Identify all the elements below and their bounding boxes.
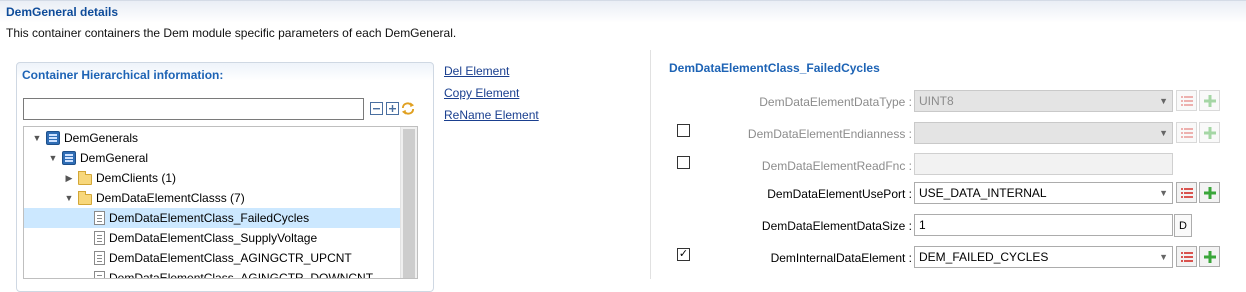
tree-item-label: DemDataElementClass_AGINGCTR_DOWNCNT bbox=[109, 271, 374, 279]
tree-item-demgeneral[interactable]: ▼ DemGeneral bbox=[24, 148, 400, 168]
chevron-right-icon[interactable]: ▶ bbox=[63, 172, 75, 184]
read-fnc-label: DemDataElementReadFnc : bbox=[761, 159, 912, 173]
data-size-label: DemDataElementDataSize : bbox=[761, 219, 912, 233]
default-value-button[interactable]: D bbox=[1174, 214, 1192, 237]
folder-icon bbox=[78, 190, 92, 205]
tree-item-label: DemGeneral bbox=[80, 151, 149, 165]
internal-element-checkbox[interactable]: ✓ bbox=[677, 248, 690, 261]
tree-item-label: DemDataElementClass_SupplyVoltage bbox=[109, 231, 318, 245]
tree-item-demdataelementclasss[interactable]: ▼ DemDataElementClasss (7) bbox=[24, 188, 400, 208]
chevron-down-icon[interactable]: ▼ bbox=[31, 132, 43, 144]
sync-icon[interactable] bbox=[401, 101, 415, 115]
read-fnc-input[interactable] bbox=[914, 153, 1173, 175]
tree-item-agingctr-upcnt[interactable]: DemDataElementClass_AGINGCTR_UPCNT bbox=[24, 248, 400, 268]
endianness-label: DemDataElementEndianness : bbox=[747, 127, 912, 141]
tree-item-supplyvoltage[interactable]: DemDataElementClass_SupplyVoltage bbox=[24, 228, 400, 248]
tree-item-demclients[interactable]: ▶ DemClients (1) bbox=[24, 168, 400, 188]
use-port-label: DemDataElementUsePort : bbox=[767, 187, 912, 201]
hierarchy-title: Container Hierarchical information: bbox=[22, 68, 224, 82]
chevron-down-icon: ▼ bbox=[1159, 188, 1168, 198]
page-description: This container containers the Dem module… bbox=[6, 26, 457, 40]
internal-element-select[interactable]: DEM_FAILED_CYCLES ▼ bbox=[914, 246, 1173, 268]
document-icon bbox=[94, 251, 105, 265]
list-icon[interactable] bbox=[1176, 182, 1197, 203]
tree-item-label: DemDataElementClasss (7) bbox=[96, 191, 245, 205]
collapse-all-icon[interactable] bbox=[369, 101, 383, 115]
chevron-down-icon: ▼ bbox=[1159, 252, 1168, 262]
tree-item-demgenerals[interactable]: ▼ DemGenerals bbox=[24, 128, 400, 148]
data-type-select[interactable]: UINT8 ▼ bbox=[914, 90, 1173, 112]
endianness-checkbox[interactable] bbox=[677, 124, 690, 137]
endianness-select[interactable]: ▼ bbox=[914, 122, 1173, 144]
data-size-input[interactable]: 1 bbox=[914, 214, 1173, 236]
hierarchy-tree[interactable]: ▼ DemGenerals ▼ DemGeneral ▶ DemClients … bbox=[23, 126, 418, 279]
expand-all-icon[interactable] bbox=[385, 101, 399, 115]
list-icon[interactable] bbox=[1176, 246, 1197, 267]
add-icon[interactable] bbox=[1199, 122, 1220, 143]
panel-divider bbox=[650, 50, 651, 279]
tree-item-failedcycles[interactable]: DemDataElementClass_FailedCycles bbox=[24, 208, 400, 228]
rename-element-link[interactable]: ReName Element bbox=[444, 108, 539, 122]
copy-element-link[interactable]: Copy Element bbox=[444, 86, 519, 100]
document-icon bbox=[94, 211, 105, 225]
add-icon[interactable] bbox=[1199, 182, 1220, 203]
database-icon bbox=[46, 131, 60, 145]
chevron-down-icon: ▼ bbox=[1159, 128, 1168, 138]
read-fnc-checkbox[interactable] bbox=[677, 156, 690, 169]
details-title: DemDataElementClass_FailedCycles bbox=[669, 61, 880, 75]
use-port-value: USE_DATA_INTERNAL bbox=[919, 186, 1047, 200]
tree-filter-input[interactable] bbox=[23, 98, 364, 120]
tree-item-label: DemDataElementClass_AGINGCTR_UPCNT bbox=[109, 251, 352, 265]
checkmark-icon: ✓ bbox=[678, 248, 689, 260]
document-icon bbox=[94, 231, 105, 245]
add-icon[interactable] bbox=[1199, 246, 1220, 267]
tree-item-label: DemClients (1) bbox=[96, 171, 177, 185]
tree-item-label: DemGenerals bbox=[64, 131, 139, 145]
tree-item-label: DemDataElementClass_FailedCycles bbox=[109, 211, 310, 225]
delete-element-link[interactable]: Del Element bbox=[444, 64, 509, 78]
chevron-down-icon[interactable]: ▼ bbox=[63, 192, 75, 204]
chevron-down-icon[interactable]: ▼ bbox=[47, 152, 59, 164]
scrollbar-thumb[interactable] bbox=[403, 129, 415, 278]
document-icon bbox=[94, 271, 105, 278]
list-icon[interactable] bbox=[1176, 90, 1197, 111]
use-port-select[interactable]: USE_DATA_INTERNAL ▼ bbox=[914, 182, 1173, 204]
database-icon bbox=[62, 151, 76, 165]
tree-item-agingctr-downcnt[interactable]: DemDataElementClass_AGINGCTR_DOWNCNT bbox=[24, 268, 400, 279]
data-type-label: DemDataElementDataType : bbox=[759, 95, 912, 109]
internal-element-label: DemInternalDataElement : bbox=[770, 251, 912, 265]
tree-scrollbar[interactable] bbox=[400, 127, 417, 278]
page-title: DemGeneral details bbox=[6, 5, 119, 19]
chevron-down-icon: ▼ bbox=[1159, 96, 1168, 106]
folder-icon bbox=[78, 170, 92, 185]
add-icon[interactable] bbox=[1199, 90, 1220, 111]
list-icon[interactable] bbox=[1176, 122, 1197, 143]
data-type-value: UINT8 bbox=[919, 94, 954, 108]
internal-element-value: DEM_FAILED_CYCLES bbox=[919, 250, 1049, 264]
